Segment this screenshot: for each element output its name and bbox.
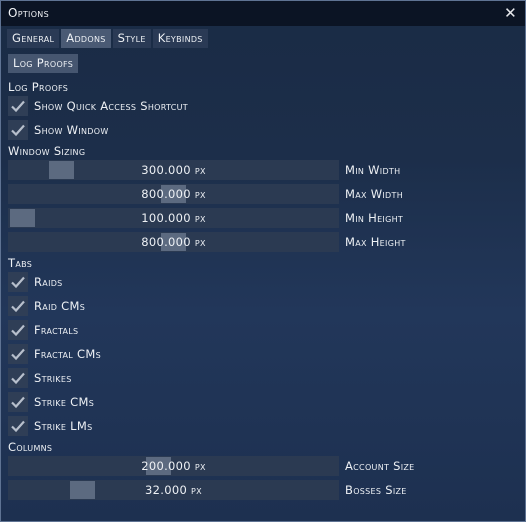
checkbox[interactable]: [8, 272, 28, 292]
slider-row-max-width: 800.000 px Max Width: [8, 184, 508, 204]
checkbox[interactable]: [8, 416, 28, 436]
checkbox-row-strikes[interactable]: Strikes: [8, 368, 72, 388]
checkbox[interactable]: [8, 96, 28, 116]
checkbox-label: Strikes: [34, 371, 72, 385]
slider-value: 200.000 px: [141, 459, 206, 473]
tab-bar: General Addons Style Keybinds: [7, 29, 208, 48]
slider-row-min-height: 100.000 px Min Height: [8, 208, 508, 228]
checkbox-label: Show Window: [34, 123, 109, 137]
checkbox-row-strike-lms[interactable]: Strike LMs: [8, 416, 92, 436]
slider-label: Bosses Size: [345, 483, 407, 497]
checkbox-row-raids[interactable]: Raids: [8, 272, 63, 292]
section-window-sizing: Window Sizing: [8, 144, 86, 158]
options-window: Options ✕ General Addons Style Keybinds …: [0, 0, 526, 522]
slider-row-max-height: 800.000 px Max Height: [8, 232, 508, 252]
tab-keybinds[interactable]: Keybinds: [152, 29, 208, 48]
checkbox-label: Raids: [34, 275, 63, 289]
checkbox-row-fractals[interactable]: Fractals: [8, 320, 78, 340]
slider-value: 800.000 px: [141, 235, 206, 249]
check-icon: [11, 276, 25, 289]
slider-row-account-size: 200.000 px Account Size: [8, 456, 508, 476]
slider-label: Min Height: [345, 211, 404, 225]
slider-value: 300.000 px: [141, 163, 206, 177]
checkbox-label: Raid CMs: [34, 299, 86, 313]
max-height-slider[interactable]: 800.000 px: [8, 232, 339, 252]
slider-label: Max Height: [345, 235, 406, 249]
check-icon: [11, 124, 25, 137]
tab-addons[interactable]: Addons: [61, 29, 111, 48]
checkbox[interactable]: [8, 320, 28, 340]
title-bar[interactable]: Options ✕: [1, 1, 525, 26]
checkbox[interactable]: [8, 392, 28, 412]
checkbox-label: Strike LMs: [34, 419, 93, 433]
check-icon: [11, 420, 25, 433]
check-icon: [11, 324, 25, 337]
min-width-slider[interactable]: 300.000 px: [8, 160, 339, 180]
slider-value: 32.000 px: [145, 483, 202, 497]
checkbox-label: Strike CMs: [34, 395, 95, 409]
min-height-slider[interactable]: 100.000 px: [8, 208, 339, 228]
tab-style[interactable]: Style: [112, 29, 151, 48]
check-icon: [11, 348, 25, 361]
checkbox-row-show-window[interactable]: Show Window: [8, 120, 109, 140]
slider-label: Account Size: [345, 459, 415, 473]
check-icon: [11, 396, 25, 409]
checkbox-label: Fractal CMs: [34, 347, 101, 361]
section-log-proofs: Log Proofs: [8, 80, 69, 94]
slider-value: 100.000 px: [141, 211, 206, 225]
checkbox-row-raid-cms[interactable]: Raid CMs: [8, 296, 85, 316]
check-icon: [11, 300, 25, 313]
section-tabs: Tabs: [8, 256, 33, 270]
max-width-slider[interactable]: 800.000 px: [8, 184, 339, 204]
window-title: Options: [8, 6, 49, 20]
slider-row-bosses-size: 32.000 px Bosses Size: [8, 480, 508, 500]
slider-label: Max Width: [345, 187, 404, 201]
subtab-log-proofs[interactable]: Log Proofs: [8, 54, 79, 73]
account-size-slider[interactable]: 200.000 px: [8, 456, 339, 476]
checkbox[interactable]: [8, 368, 28, 388]
checkbox[interactable]: [8, 296, 28, 316]
check-icon: [11, 372, 25, 385]
section-columns: Columns: [8, 440, 53, 454]
checkbox[interactable]: [8, 344, 28, 364]
close-icon[interactable]: ✕: [504, 4, 517, 22]
checkbox[interactable]: [8, 120, 28, 140]
slider-value: 800.000 px: [141, 187, 206, 201]
slider-row-min-width: 300.000 px Min Width: [8, 160, 508, 180]
check-icon: [11, 100, 25, 113]
checkbox-label: Fractals: [34, 323, 79, 337]
checkbox-row-strike-cms[interactable]: Strike CMs: [8, 392, 94, 412]
bosses-size-slider[interactable]: 32.000 px: [8, 480, 339, 500]
checkbox-row-show-quick-access[interactable]: Show Quick Access Shortcut: [8, 96, 188, 116]
slider-label: Min Width: [345, 163, 401, 177]
checkbox-label: Show Quick Access Shortcut: [34, 99, 188, 113]
checkbox-row-fractal-cms[interactable]: Fractal CMs: [8, 344, 101, 364]
tab-general[interactable]: General: [7, 29, 60, 48]
